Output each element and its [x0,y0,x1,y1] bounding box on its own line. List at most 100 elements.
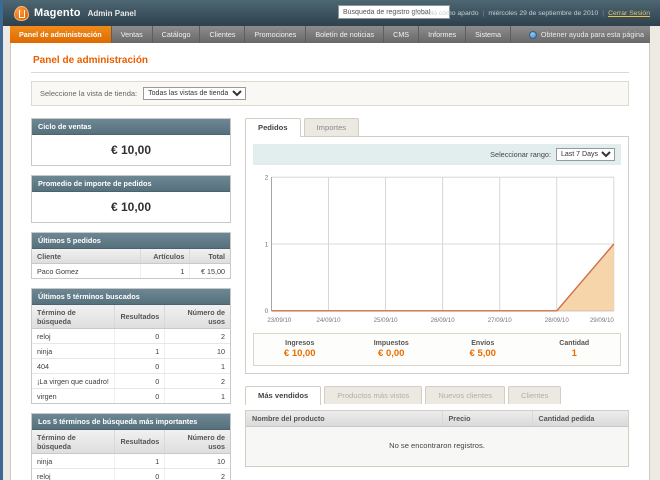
separator: | [602,9,605,17]
window-left-edge [0,0,3,480]
stat-impuestos: Impuestos € 0,00 [373,340,409,360]
average-orders-value: € 10,00 [110,200,152,214]
table-cell: 0 [114,468,166,480]
lifetime-sales-box: Ciclo de ventas € 10,00 [31,118,231,166]
table-cell: ninja [32,453,116,469]
last-orders-table: Cliente Artículos Total Paco Gomez 1 € 15,… [32,249,230,278]
table-row[interactable]: reloj 0 2 [32,328,230,344]
diagram-tabs: Pedidos Importes [245,118,629,137]
nav-item-cms[interactable]: CMS [384,26,420,43]
logo: Magento Admin Panel [14,5,136,21]
nav-item-clientes[interactable]: Clientes [200,26,246,43]
col-precio[interactable]: Precio [442,411,533,428]
nav-item-boletin[interactable]: Boletín de noticias [306,26,385,43]
store-view-select[interactable]: Todas las vistas de tienda [143,87,247,100]
table-cell: 0 [114,388,166,403]
stat-ingresos: Ingresos € 10,00 [283,340,316,360]
table-cell: 10 [164,343,230,359]
lifetime-sales-value: € 10,00 [110,143,152,157]
table-cell: 0 [114,328,166,344]
col-numero-usos[interactable]: Número de usos [164,430,230,454]
table-cell: 1 [114,343,166,359]
last-orders-title: Últimos 5 pedidos [32,233,230,249]
svg-text:25/09/10: 25/09/10 [374,317,399,324]
svg-text:26/09/10: 26/09/10 [431,317,456,324]
products-table: Nombre del producto Precio Cantidad pedi… [246,411,628,428]
nav-item-informes[interactable]: Informes [419,26,467,43]
last-search-terms-table: Término de búsqueda Resultados Número de… [32,305,230,403]
range-bar: Seleccionar rango: Last 7 Days [253,144,621,165]
table-row[interactable]: Paco Gomez 1 € 15,00 [32,263,230,278]
table-cell: 404 [32,358,116,374]
diagram-panel: Seleccionar rango: Last 7 Days 0 1 2 23/09/… [245,136,629,375]
table-cell: Paco Gomez [32,263,142,278]
col-cantidad-pedida[interactable]: Cantidad pedida [532,411,628,428]
svg-text:0: 0 [265,308,269,315]
table-row[interactable]: 404 0 1 [32,358,230,374]
tab-pedidos[interactable]: Pedidos [245,118,301,137]
col-numero-usos[interactable]: Número de usos [164,305,230,329]
svg-text:28/09/10: 28/09/10 [545,317,570,324]
tab-mas-vendidos[interactable]: Más vendidos [245,386,322,406]
table-row[interactable]: virgen 0 1 [32,388,230,403]
svg-text:2: 2 [265,174,269,181]
col-articulos[interactable]: Artículos [140,249,191,264]
orders-area-chart: 0 1 2 23/09/10 24/09/10 25/09/10 26/09/10 27/09… [265,174,615,324]
table-row[interactable]: ¡La virgen que cuadro! 0 2 [32,373,230,389]
tab-nuevos-clientes[interactable]: Nuevos clientes [425,386,505,405]
nav-item-sistema[interactable]: Sistema [466,26,512,43]
grids-tabs: Más vendidos Productos más vistos Nuevos… [245,386,629,406]
table-cell: ninja [32,343,116,359]
col-nombre-producto[interactable]: Nombre del producto [246,411,443,428]
nav-item-promociones[interactable]: Promociones [245,26,307,43]
range-label: Seleccionar rango: [490,150,551,159]
col-termino[interactable]: Término de búsqueda [32,430,116,454]
nav-item-panel-de-administracion[interactable]: Panel de administración [10,26,112,43]
table-cell: 0 [114,373,166,389]
table-cell: 1 [164,358,230,374]
table-cell: 2 [164,373,230,389]
page-title: Panel de administración [31,51,629,73]
lifetime-sales-title: Ciclo de ventas [32,119,230,135]
tab-clientes[interactable]: Clientes [508,386,562,405]
store-view-bar: Seleccione la vista de tienda: Todas las… [31,81,629,106]
table-cell: 1 [140,263,191,278]
logo-name: Magento [34,7,81,19]
top-search-terms-title: Los 5 términos de búsqueda más important… [32,414,230,430]
table-cell: 1 [114,453,166,469]
main-nav: Panel de administración Ventas Catálogo … [10,26,650,43]
col-total[interactable]: Total [189,249,230,264]
average-orders-title: Promedio de importe de pedidos [32,176,230,192]
header: Magento Admin Panel Accedió como apardo … [0,0,660,26]
svg-text:24/09/10: 24/09/10 [317,317,342,324]
magento-logo-icon [14,5,29,21]
nav-item-ventas[interactable]: Ventas [112,26,153,43]
help-label: Obtener ayuda para esta página [540,30,644,39]
tab-productos-mas-vistos[interactable]: Productos más vistos [324,386,423,405]
table-cell: ¡La virgen que cuadro! [32,373,116,389]
help-globe-icon [528,30,537,39]
store-view-label: Seleccione la vista de tienda: [40,89,138,98]
table-cell: 0 [114,358,166,374]
col-cliente[interactable]: Cliente [32,249,142,264]
last-search-terms-title: Últimos 5 términos buscados [32,289,230,305]
last-orders-box: Últimos 5 pedidos Cliente Artículos Tota… [31,232,231,279]
tab-importes[interactable]: Importes [303,118,360,136]
products-grid: Nombre del producto Precio Cantidad pedi… [245,410,629,468]
table-row[interactable]: reloj 0 2 [32,468,230,480]
help-link[interactable]: Obtener ayuda para esta página [528,26,644,43]
table-cell: 1 [221,391,225,401]
range-select[interactable]: Last 7 Days [556,148,615,161]
table-cell: reloj [32,468,116,480]
totals-row: Ingresos € 10,00 Impuestos € 0,00 Envíos… [253,333,621,367]
content-card: Panel de administración Seleccione la vi… [10,43,650,480]
table-row[interactable]: ninja 1 10 [32,343,230,359]
nav-item-catalogo[interactable]: Catálogo [153,26,201,43]
col-termino[interactable]: Término de búsqueda [32,305,116,329]
col-resultados[interactable]: Resultados [114,305,166,329]
table-cell: 2 [164,468,230,480]
orders-chart: 0 1 2 23/09/10 24/09/10 25/09/10 26/09/10 27/09… [253,165,621,327]
logout-link[interactable]: Cerrar Sesión [608,10,650,17]
table-row[interactable]: ninja 1 10 [32,453,230,469]
col-resultados[interactable]: Resultados [114,430,166,454]
